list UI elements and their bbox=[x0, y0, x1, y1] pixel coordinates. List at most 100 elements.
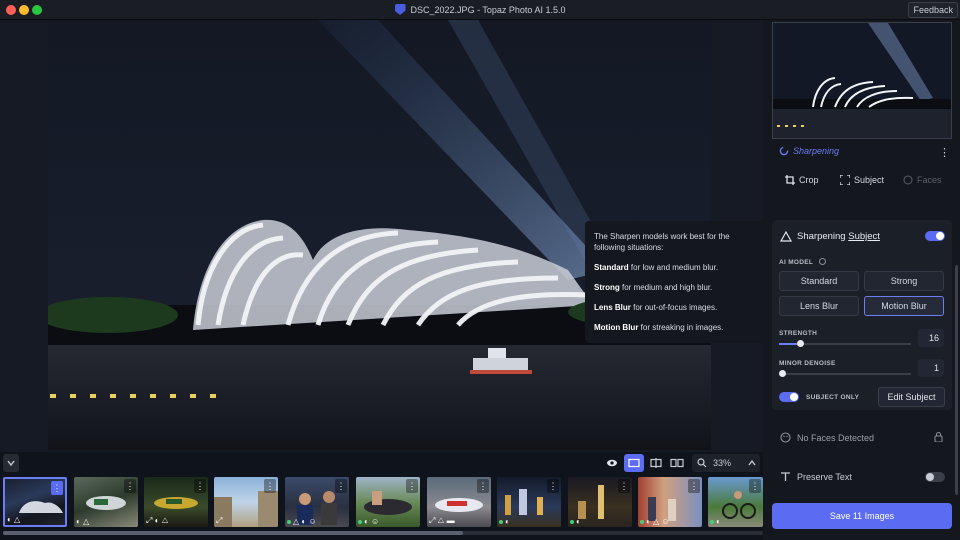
model-lens-blur[interactable]: Lens Blur bbox=[779, 296, 859, 316]
strength-label: STRENGTH bbox=[779, 330, 818, 337]
thumb-menu-button[interactable]: ⋮ bbox=[618, 479, 630, 493]
strength-knob[interactable] bbox=[797, 340, 804, 347]
zoom-icon bbox=[697, 458, 707, 468]
thumb-badges: ⤢ △ ▬ bbox=[429, 516, 455, 525]
denoise-slider[interactable] bbox=[779, 370, 911, 377]
toggle-original-button[interactable] bbox=[603, 454, 621, 472]
denoise-value[interactable]: 1 bbox=[918, 359, 944, 377]
spinner-icon bbox=[779, 146, 789, 156]
single-view-icon bbox=[628, 458, 640, 468]
tool-row: Crop Subject Faces bbox=[763, 175, 960, 195]
right-panel: Sharpening ⋮ Crop Subject Faces Sharpeni… bbox=[763, 20, 960, 540]
tooltip-lens-blur: Lens Blur for out-of-focus images. bbox=[594, 303, 718, 312]
side-by-side-icon bbox=[670, 458, 684, 468]
viewer-controls: 33% bbox=[0, 452, 763, 474]
chevron-down-icon bbox=[7, 460, 15, 467]
filmstrip-thumb-1[interactable]: ⋮ ◐ △ bbox=[3, 477, 67, 527]
filmstrip-thumb-7[interactable]: ⋮ ⤢ △ ▬ bbox=[427, 477, 491, 527]
thumb-badges: ◐ △ bbox=[76, 517, 90, 526]
side-by-side-button[interactable] bbox=[667, 454, 687, 472]
crop-button[interactable]: Crop bbox=[785, 175, 819, 185]
model-strong[interactable]: Strong bbox=[864, 271, 944, 291]
crop-icon bbox=[785, 175, 795, 185]
sharpen-models-tooltip: The Sharpen models work best for the fol… bbox=[585, 221, 763, 343]
feedback-button[interactable]: Feedback bbox=[908, 2, 958, 18]
denoise-knob[interactable] bbox=[779, 370, 786, 377]
thumb-badges: ◐ bbox=[570, 517, 581, 526]
subject-only-toggle[interactable] bbox=[779, 392, 799, 402]
thumb-badges: ◐ ☺ bbox=[358, 517, 379, 526]
ai-model-label: AI MODEL bbox=[779, 258, 827, 266]
filmstrip-thumb-4[interactable]: ⋮ ⤢ bbox=[214, 477, 278, 527]
thumb-menu-button[interactable]: ⋮ bbox=[264, 479, 276, 493]
triangle-icon bbox=[780, 231, 792, 242]
topaz-logo-icon bbox=[394, 4, 406, 15]
thumb-badges: ◐ bbox=[499, 517, 510, 526]
thumb-badges: △ ◐ ☺ bbox=[287, 517, 317, 526]
model-standard[interactable]: Standard bbox=[779, 271, 859, 291]
text-icon bbox=[781, 472, 790, 481]
strength-value[interactable]: 16 bbox=[918, 329, 944, 347]
lock-icon bbox=[934, 432, 943, 442]
faces-label: No Faces Detected bbox=[797, 433, 875, 443]
status-menu-button[interactable]: ⋮ bbox=[939, 146, 950, 159]
denoise-label: MINOR DENOISE bbox=[779, 360, 836, 367]
preserve-text-toggle[interactable] bbox=[925, 472, 945, 482]
info-icon[interactable] bbox=[819, 258, 827, 265]
filmstrip-thumb-2[interactable]: ⋮ ◐ △ bbox=[74, 477, 138, 527]
thumb-menu-button[interactable]: ⋮ bbox=[406, 479, 418, 493]
thumb-badges: ◐ bbox=[710, 517, 721, 526]
faces-button[interactable]: Faces bbox=[903, 175, 942, 185]
split-view-icon bbox=[650, 458, 662, 468]
filmstrip-thumb-10[interactable]: ⋮ ◐ △ ☺ bbox=[638, 477, 702, 527]
filmstrip-thumb-3[interactable]: ⋮ ⤢ ◐ △ bbox=[144, 477, 208, 527]
single-view-button[interactable] bbox=[624, 454, 644, 472]
subject-only-label: SUBJECT ONLY bbox=[806, 394, 860, 401]
chevron-up-icon bbox=[748, 459, 756, 466]
save-images-button[interactable]: Save 11 Images bbox=[772, 503, 952, 529]
thumb-badges: ⤢ bbox=[216, 516, 223, 525]
subject-link[interactable]: Subject bbox=[848, 231, 880, 242]
filmstrip-thumb-6[interactable]: ⋮ ◐ ☺ bbox=[356, 477, 420, 527]
tooltip-strong: Strong for medium and high blur. bbox=[594, 283, 713, 292]
zoom-control[interactable]: 33% bbox=[692, 454, 760, 472]
preserve-text-row[interactable]: Preserve Text bbox=[772, 464, 952, 488]
collapse-filmstrip-button[interactable] bbox=[3, 454, 19, 472]
filmstrip-thumb-11[interactable]: ⋮ ◐ bbox=[708, 477, 763, 527]
thumb-menu-button[interactable]: ⋮ bbox=[477, 479, 489, 493]
processing-status: Sharpening bbox=[779, 146, 839, 156]
filmstrip-thumb-5[interactable]: ⋮ △ ◐ ☺ bbox=[285, 477, 349, 527]
subject-button[interactable]: Subject bbox=[840, 175, 884, 185]
filmstrip-scrollbar[interactable] bbox=[3, 531, 763, 535]
thumb-menu-button[interactable]: ⋮ bbox=[749, 479, 761, 493]
sharpening-card: Sharpening Subject AI MODEL Standard Str… bbox=[772, 220, 952, 410]
filmstrip-thumb-9[interactable]: ⋮ ◐ bbox=[568, 477, 632, 527]
tooltip-motion-blur: Motion Blur for streaking in images. bbox=[594, 323, 724, 332]
model-motion-blur[interactable]: Motion Blur bbox=[864, 296, 944, 316]
face-icon bbox=[903, 175, 913, 185]
thumb-menu-button[interactable]: ⋮ bbox=[124, 479, 136, 493]
tooltip-intro: The Sharpen models work best for the fol… bbox=[594, 232, 730, 252]
title-bar: DSC_2022.JPG - Topaz Photo AI 1.5.0 Feed… bbox=[0, 0, 960, 20]
image-canvas[interactable]: The Sharpen models work best for the fol… bbox=[0, 20, 763, 452]
thumb-badges: ◐ △ bbox=[7, 515, 21, 524]
edit-subject-button[interactable]: Edit Subject bbox=[878, 387, 945, 407]
thumb-menu-button[interactable]: ⋮ bbox=[51, 481, 63, 495]
strength-slider[interactable] bbox=[779, 340, 911, 347]
thumb-menu-button[interactable]: ⋮ bbox=[194, 479, 206, 493]
eye-icon bbox=[607, 459, 617, 467]
faces-row[interactable]: No Faces Detected bbox=[772, 425, 952, 449]
thumb-badges: ⤢ ◐ △ bbox=[146, 516, 169, 525]
thumb-menu-button[interactable]: ⋮ bbox=[335, 479, 347, 493]
navigator-preview[interactable] bbox=[772, 22, 952, 139]
thumb-menu-button[interactable]: ⋮ bbox=[688, 479, 700, 493]
panel-scrollbar[interactable] bbox=[955, 265, 958, 495]
filmstrip-thumb-8[interactable]: ⋮ ◐ bbox=[497, 477, 561, 527]
filmstrip-scroll-thumb[interactable] bbox=[3, 531, 463, 535]
thumb-menu-button[interactable]: ⋮ bbox=[547, 479, 559, 493]
filmstrip: ⋮ ◐ △ ⋮ ◐ △ ⋮ ⤢ ◐ △ ⋮ ⤢ ⋮ △ ◐ ☺ ⋮ ◐ ☺ ⋮ … bbox=[0, 474, 763, 540]
split-view-button[interactable] bbox=[646, 454, 666, 472]
zoom-level: 33% bbox=[713, 458, 732, 468]
tooltip-standard: Standard for low and medium blur. bbox=[594, 263, 719, 272]
sharpening-toggle[interactable] bbox=[925, 231, 945, 241]
